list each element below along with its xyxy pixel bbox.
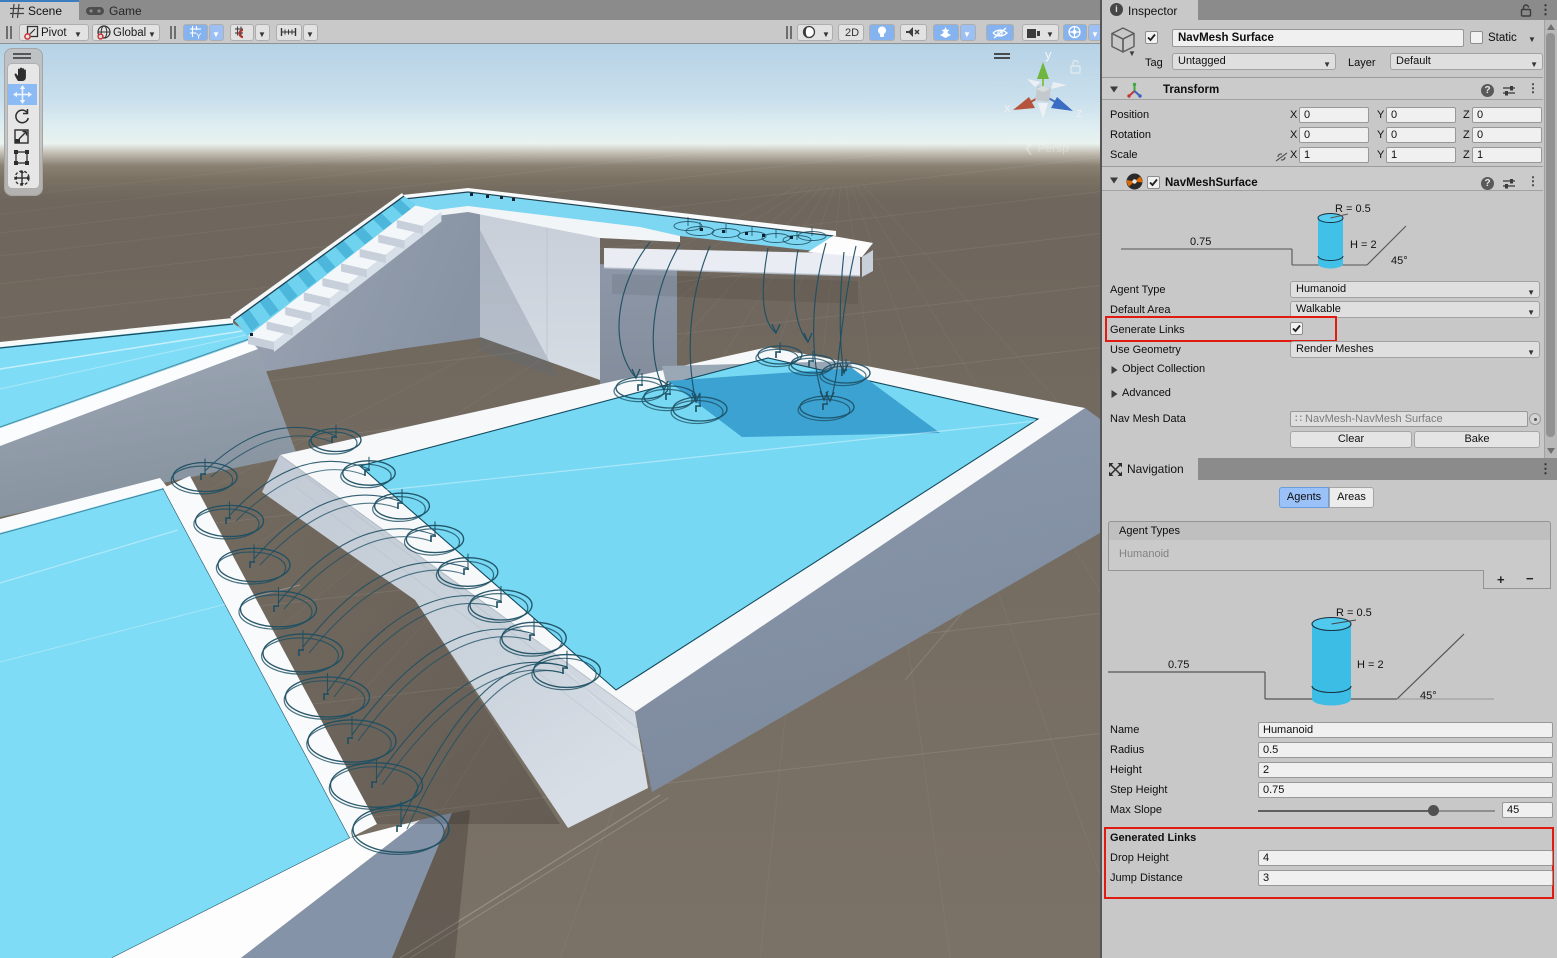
svg-text:❮ Persp: ❮ Persp (1024, 141, 1069, 155)
svg-text:x: x (1004, 100, 1011, 115)
svg-text:R = 0.5: R = 0.5 (1335, 203, 1371, 215)
svg-text:45°: 45° (1391, 255, 1408, 267)
svg-text:H = 2: H = 2 (1357, 659, 1384, 671)
svg-text:R = 0.5: R = 0.5 (1336, 607, 1372, 619)
svg-text:45°: 45° (1420, 690, 1437, 702)
svg-text:0.75: 0.75 (1190, 236, 1211, 248)
svg-text:0.75: 0.75 (1168, 659, 1189, 671)
svg-text:z: z (1076, 105, 1083, 120)
svg-text:Y: Y (196, 32, 202, 40)
svg-text:H = 2: H = 2 (1350, 239, 1377, 251)
svg-text:y: y (1045, 47, 1052, 62)
